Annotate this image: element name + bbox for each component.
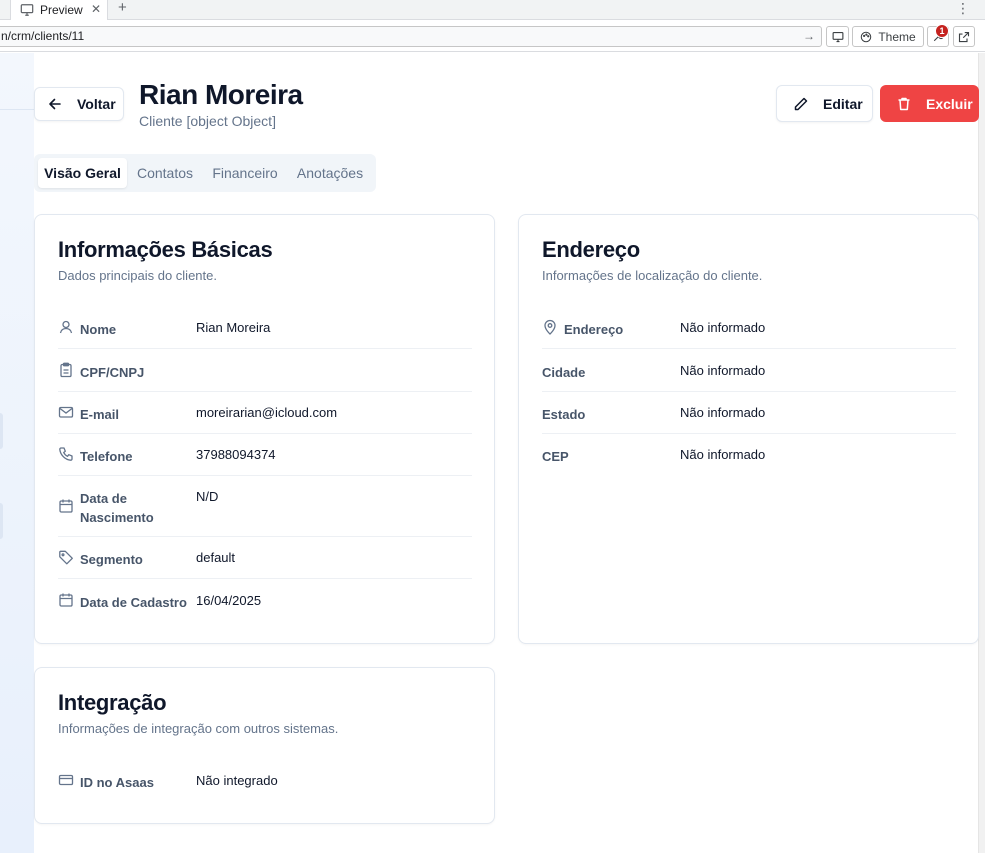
- info-value: 37988094374: [196, 447, 276, 462]
- address-row-cidade: Cidade Não informado: [542, 350, 956, 392]
- open-external-button[interactable]: [953, 26, 975, 47]
- info-row-segmento: Segmento default: [58, 537, 472, 579]
- theme-button[interactable]: Theme: [852, 26, 924, 47]
- screen-button[interactable]: [826, 26, 849, 47]
- info-row-cadastro: Data de Cadastro 16/04/2025: [58, 580, 472, 622]
- info-label: Endereço: [564, 322, 624, 337]
- info-label: Nome: [80, 322, 117, 337]
- theme-label: Theme: [878, 29, 916, 44]
- calendar-icon: [59, 499, 73, 513]
- close-icon[interactable]: ✕: [91, 2, 101, 16]
- calendar-icon: [59, 593, 73, 607]
- url-input[interactable]: n/crm/clients/11 →: [0, 26, 822, 47]
- info-value: Não informado: [680, 447, 766, 462]
- card-description: Dados principais do cliente.: [58, 268, 217, 283]
- info-value: Não informado: [680, 363, 766, 378]
- page-title: Rian Moreira: [139, 79, 303, 110]
- address-card: Endereço Informações de localização do c…: [518, 214, 979, 644]
- edit-label: Editar: [823, 95, 863, 112]
- info-row-cpf: CPF/CNPJ: [58, 350, 472, 392]
- trash-icon: [898, 97, 910, 110]
- external-link-icon: [958, 31, 970, 42]
- info-label: Estado: [542, 407, 586, 422]
- new-tab-button[interactable]: +: [118, 0, 127, 16]
- delete-label: Excluir: [926, 95, 973, 112]
- browser-tab-label: Preview: [40, 3, 83, 17]
- notification-badge: 1: [935, 24, 949, 38]
- info-label: E-mail: [80, 407, 120, 422]
- browser-tab-preview[interactable]: Preview ✕: [10, 0, 108, 20]
- info-value: N/D: [196, 489, 219, 504]
- info-label: Data de Cadastro: [80, 595, 187, 610]
- tab-list: Visão Geral Contatos Financeiro Anotaçõe…: [34, 154, 376, 192]
- scrollbar[interactable]: [978, 53, 985, 853]
- integration-row-asaas: ID no Asaas Não integrado: [58, 760, 472, 802]
- info-value: 16/04/2025: [196, 593, 262, 608]
- card-title: Informações Básicas: [58, 237, 273, 262]
- card-title: Endereço: [542, 237, 640, 262]
- info-value: Não informado: [680, 320, 766, 335]
- info-label: Data de Nascimento: [80, 489, 154, 527]
- credit-card-icon: [58, 774, 74, 786]
- arrow-right-icon[interactable]: →: [803, 27, 815, 46]
- arrow-left-icon: [49, 98, 61, 110]
- info-row-nascimento: Data de Nascimento N/D: [58, 476, 472, 537]
- tab-contatos[interactable]: Contatos: [130, 158, 200, 188]
- clipboard-icon: [60, 362, 72, 378]
- sidebar-handle[interactable]: [0, 413, 3, 449]
- pencil-icon: [794, 97, 808, 110]
- page-subtitle: Cliente [object Object]: [139, 113, 276, 129]
- info-row-email: E-mail moreirarian@icloud.com: [58, 392, 472, 434]
- address-row-estado: Estado Não informado: [542, 392, 956, 434]
- info-label: CEP: [542, 449, 569, 464]
- browser-tab-bar: Preview ✕ + ⋮: [0, 0, 985, 20]
- sidebar: [0, 53, 34, 853]
- back-label: Voltar: [77, 96, 116, 112]
- card-description: Informações de integração com outros sis…: [58, 721, 339, 736]
- info-value: Não informado: [680, 405, 766, 420]
- info-row-nome: Nome Rian Moreira: [58, 307, 472, 349]
- url-text: n/crm/clients/11: [1, 29, 85, 43]
- address-row-cep: CEP Não informado: [542, 434, 956, 476]
- user-icon: [59, 320, 73, 334]
- integration-card: Integração Informações de integração com…: [34, 667, 495, 824]
- delete-button[interactable]: Excluir: [880, 85, 979, 122]
- card-description: Informações de localização do cliente.: [542, 268, 763, 283]
- map-pin-icon: [544, 319, 556, 335]
- info-label-line: Data de: [80, 491, 127, 506]
- info-value: default: [196, 550, 236, 565]
- sidebar-handle[interactable]: [0, 503, 3, 539]
- back-button[interactable]: Voltar: [34, 87, 124, 121]
- palette-icon: [861, 31, 872, 42]
- info-label: ID no Asaas: [80, 775, 154, 790]
- address-bar: n/crm/clients/11 → Theme: [0, 21, 985, 52]
- info-label: Segmento: [80, 552, 143, 567]
- card-title: Integração: [58, 690, 167, 715]
- more-options-icon[interactable]: ⋮: [956, 0, 970, 17]
- phone-icon: [59, 447, 73, 461]
- sidebar-divider: [0, 109, 34, 110]
- address-row-endereco: Endereço Não informado: [542, 307, 956, 349]
- mail-icon: [58, 406, 74, 418]
- basic-info-card: Informações Básicas Dados principais do …: [34, 214, 495, 644]
- info-value: Não integrado: [196, 773, 278, 788]
- tag-icon: [59, 550, 73, 565]
- monitor-icon: [832, 31, 843, 42]
- info-label: Telefone: [80, 449, 133, 464]
- tab-visao-geral[interactable]: Visão Geral: [38, 158, 127, 188]
- edit-button[interactable]: Editar: [776, 85, 873, 122]
- info-value: moreirarian@icloud.com: [196, 405, 338, 420]
- tab-financeiro[interactable]: Financeiro: [206, 158, 284, 188]
- info-label: Cidade: [542, 365, 586, 380]
- info-row-telefone: Telefone 37988094374: [58, 434, 472, 476]
- monitor-icon: [20, 4, 34, 16]
- info-value: Rian Moreira: [196, 320, 271, 335]
- info-label-line: Nascimento: [80, 510, 154, 525]
- tab-anotacoes[interactable]: Anotações: [290, 158, 370, 188]
- info-label: CPF/CNPJ: [80, 365, 145, 380]
